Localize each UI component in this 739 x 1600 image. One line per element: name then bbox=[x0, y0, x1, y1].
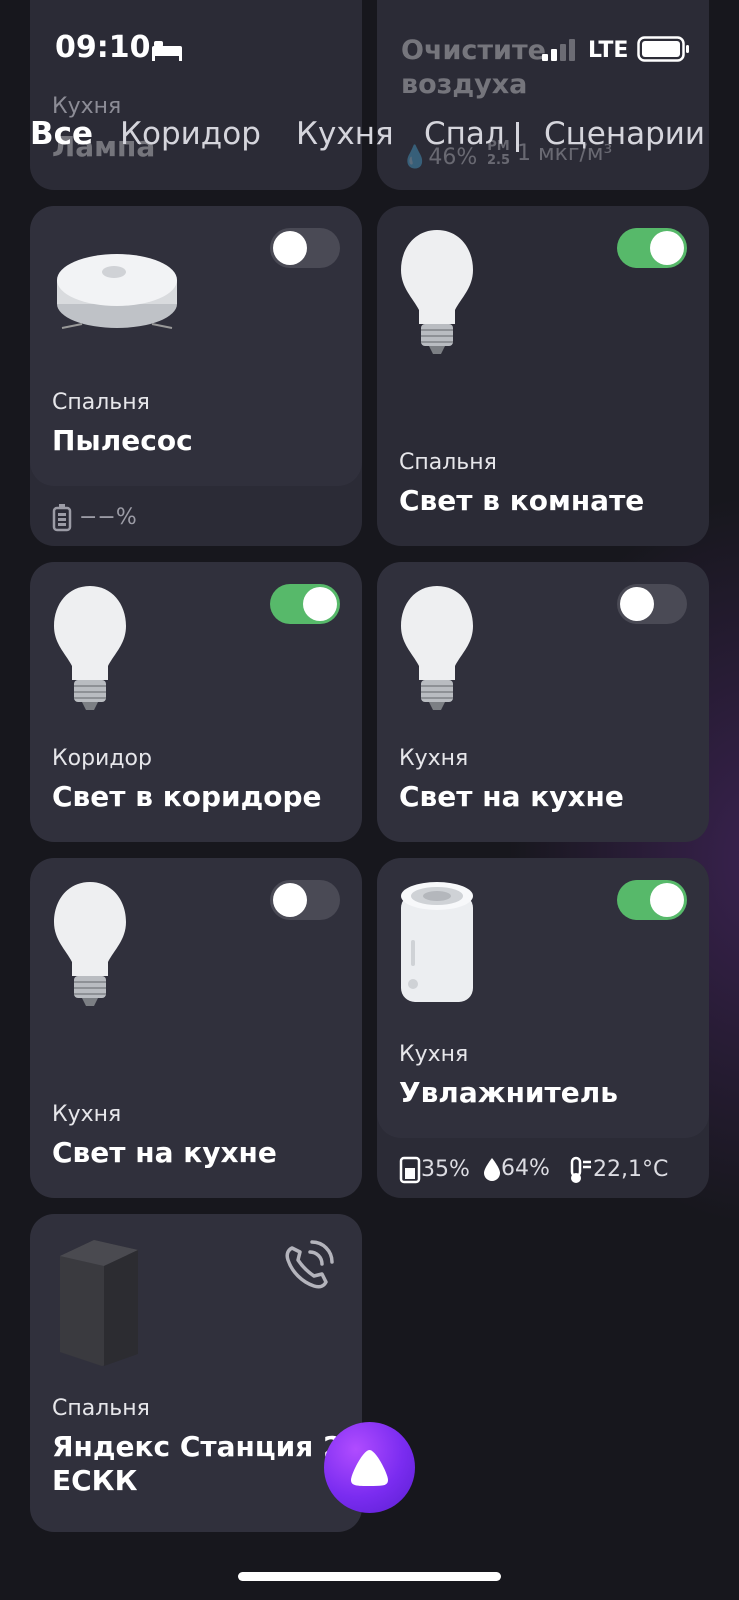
device-card-bedroom-light[interactable]: Спальня Свет в комнате bbox=[377, 206, 709, 546]
toggle-knob bbox=[303, 587, 337, 621]
vacuum-power-toggle[interactable] bbox=[270, 228, 340, 268]
device-room: Кухня bbox=[399, 746, 469, 771]
device-name: Свет в коридоре bbox=[52, 780, 322, 813]
toggle-knob bbox=[650, 883, 684, 917]
tab-all[interactable]: Все bbox=[30, 116, 93, 152]
lightbulb-icon bbox=[54, 882, 126, 1006]
battery-reading: −−% bbox=[52, 504, 137, 532]
toggle-knob bbox=[273, 231, 307, 265]
smart-speaker-icon bbox=[60, 1240, 138, 1366]
device-card-smart-speaker[interactable]: Спальня Яндекс Станция 2 ЕСКК bbox=[30, 1214, 362, 1532]
device-card-humidifier[interactable]: Кухня Увлажнитель 35% 64% 22,1°C bbox=[377, 858, 709, 1198]
toggle-knob bbox=[620, 587, 654, 621]
water-tank-icon bbox=[399, 1156, 421, 1184]
device-name: Увлажнитель bbox=[399, 1076, 618, 1109]
kitchen-light-toggle[interactable] bbox=[270, 880, 340, 920]
alice-icon bbox=[351, 1450, 388, 1486]
device-name: Пылесос bbox=[52, 424, 193, 457]
device-name: Свет на кухне bbox=[52, 1136, 277, 1169]
humidifier-toggle[interactable] bbox=[617, 880, 687, 920]
temperature-reading: 22,1°C bbox=[569, 1156, 668, 1184]
tabs-divider bbox=[516, 122, 519, 152]
device-room: Коридор bbox=[52, 746, 152, 771]
bedroom-light-toggle[interactable] bbox=[617, 228, 687, 268]
water-drop-icon bbox=[484, 1158, 500, 1181]
network-type: LTE bbox=[588, 38, 629, 63]
humidity-reading: 64% bbox=[483, 1156, 550, 1182]
lightbulb-icon bbox=[54, 586, 126, 710]
corridor-light-toggle[interactable] bbox=[270, 584, 340, 624]
kitchen-light-toggle[interactable] bbox=[617, 584, 687, 624]
device-card-kitchen-light[interactable]: Кухня Свет на кухне bbox=[30, 858, 362, 1198]
device-room: Спальня bbox=[52, 390, 150, 415]
tab-bedroom[interactable]: Спал bbox=[424, 116, 505, 152]
device-name-line2: ЕСКК bbox=[52, 1464, 138, 1497]
device-name-line1: Яндекс Станция 2 bbox=[52, 1430, 343, 1463]
thermometer-icon bbox=[570, 1156, 591, 1183]
device-card-corridor-light[interactable]: Коридор Свет в коридоре bbox=[30, 562, 362, 842]
device-card-vacuum[interactable]: Спальня Пылесос −−% bbox=[30, 206, 362, 546]
room-tabs: Все Коридор Кухня Спал Сценарии bbox=[0, 110, 739, 170]
humidifier-icon bbox=[401, 882, 473, 1002]
device-name: Свет в комнате bbox=[399, 484, 645, 517]
device-name: Свет на кухне bbox=[399, 780, 624, 813]
lightbulb-icon bbox=[401, 586, 473, 710]
alice-assistant-button[interactable] bbox=[324, 1422, 415, 1513]
robot-vacuum-icon bbox=[57, 254, 177, 329]
status-bar: 09:10 LTE bbox=[0, 0, 739, 100]
tab-kitchen[interactable]: Кухня bbox=[296, 116, 394, 152]
device-card-kitchen-light[interactable]: Кухня Свет на кухне bbox=[377, 562, 709, 842]
sleep-mode-icon bbox=[152, 41, 182, 61]
tab-scenarios[interactable]: Сценарии bbox=[544, 116, 705, 152]
home-indicator[interactable] bbox=[238, 1572, 501, 1581]
device-room: Спальня bbox=[399, 450, 497, 475]
toggle-knob bbox=[650, 231, 684, 265]
vacuum-battery-icon bbox=[52, 504, 72, 532]
device-room: Спальня bbox=[52, 1396, 150, 1421]
tab-corridor[interactable]: Коридор bbox=[120, 116, 261, 152]
device-room: Кухня bbox=[399, 1042, 469, 1067]
cellular-signal-icon bbox=[542, 39, 575, 61]
battery-icon bbox=[637, 36, 689, 62]
status-time: 09:10 bbox=[55, 30, 151, 65]
water-level-reading: 35% bbox=[399, 1156, 470, 1184]
toggle-knob bbox=[273, 883, 307, 917]
phone-call-icon[interactable] bbox=[280, 1238, 336, 1294]
lightbulb-icon bbox=[401, 230, 473, 354]
device-room: Кухня bbox=[52, 1102, 122, 1127]
